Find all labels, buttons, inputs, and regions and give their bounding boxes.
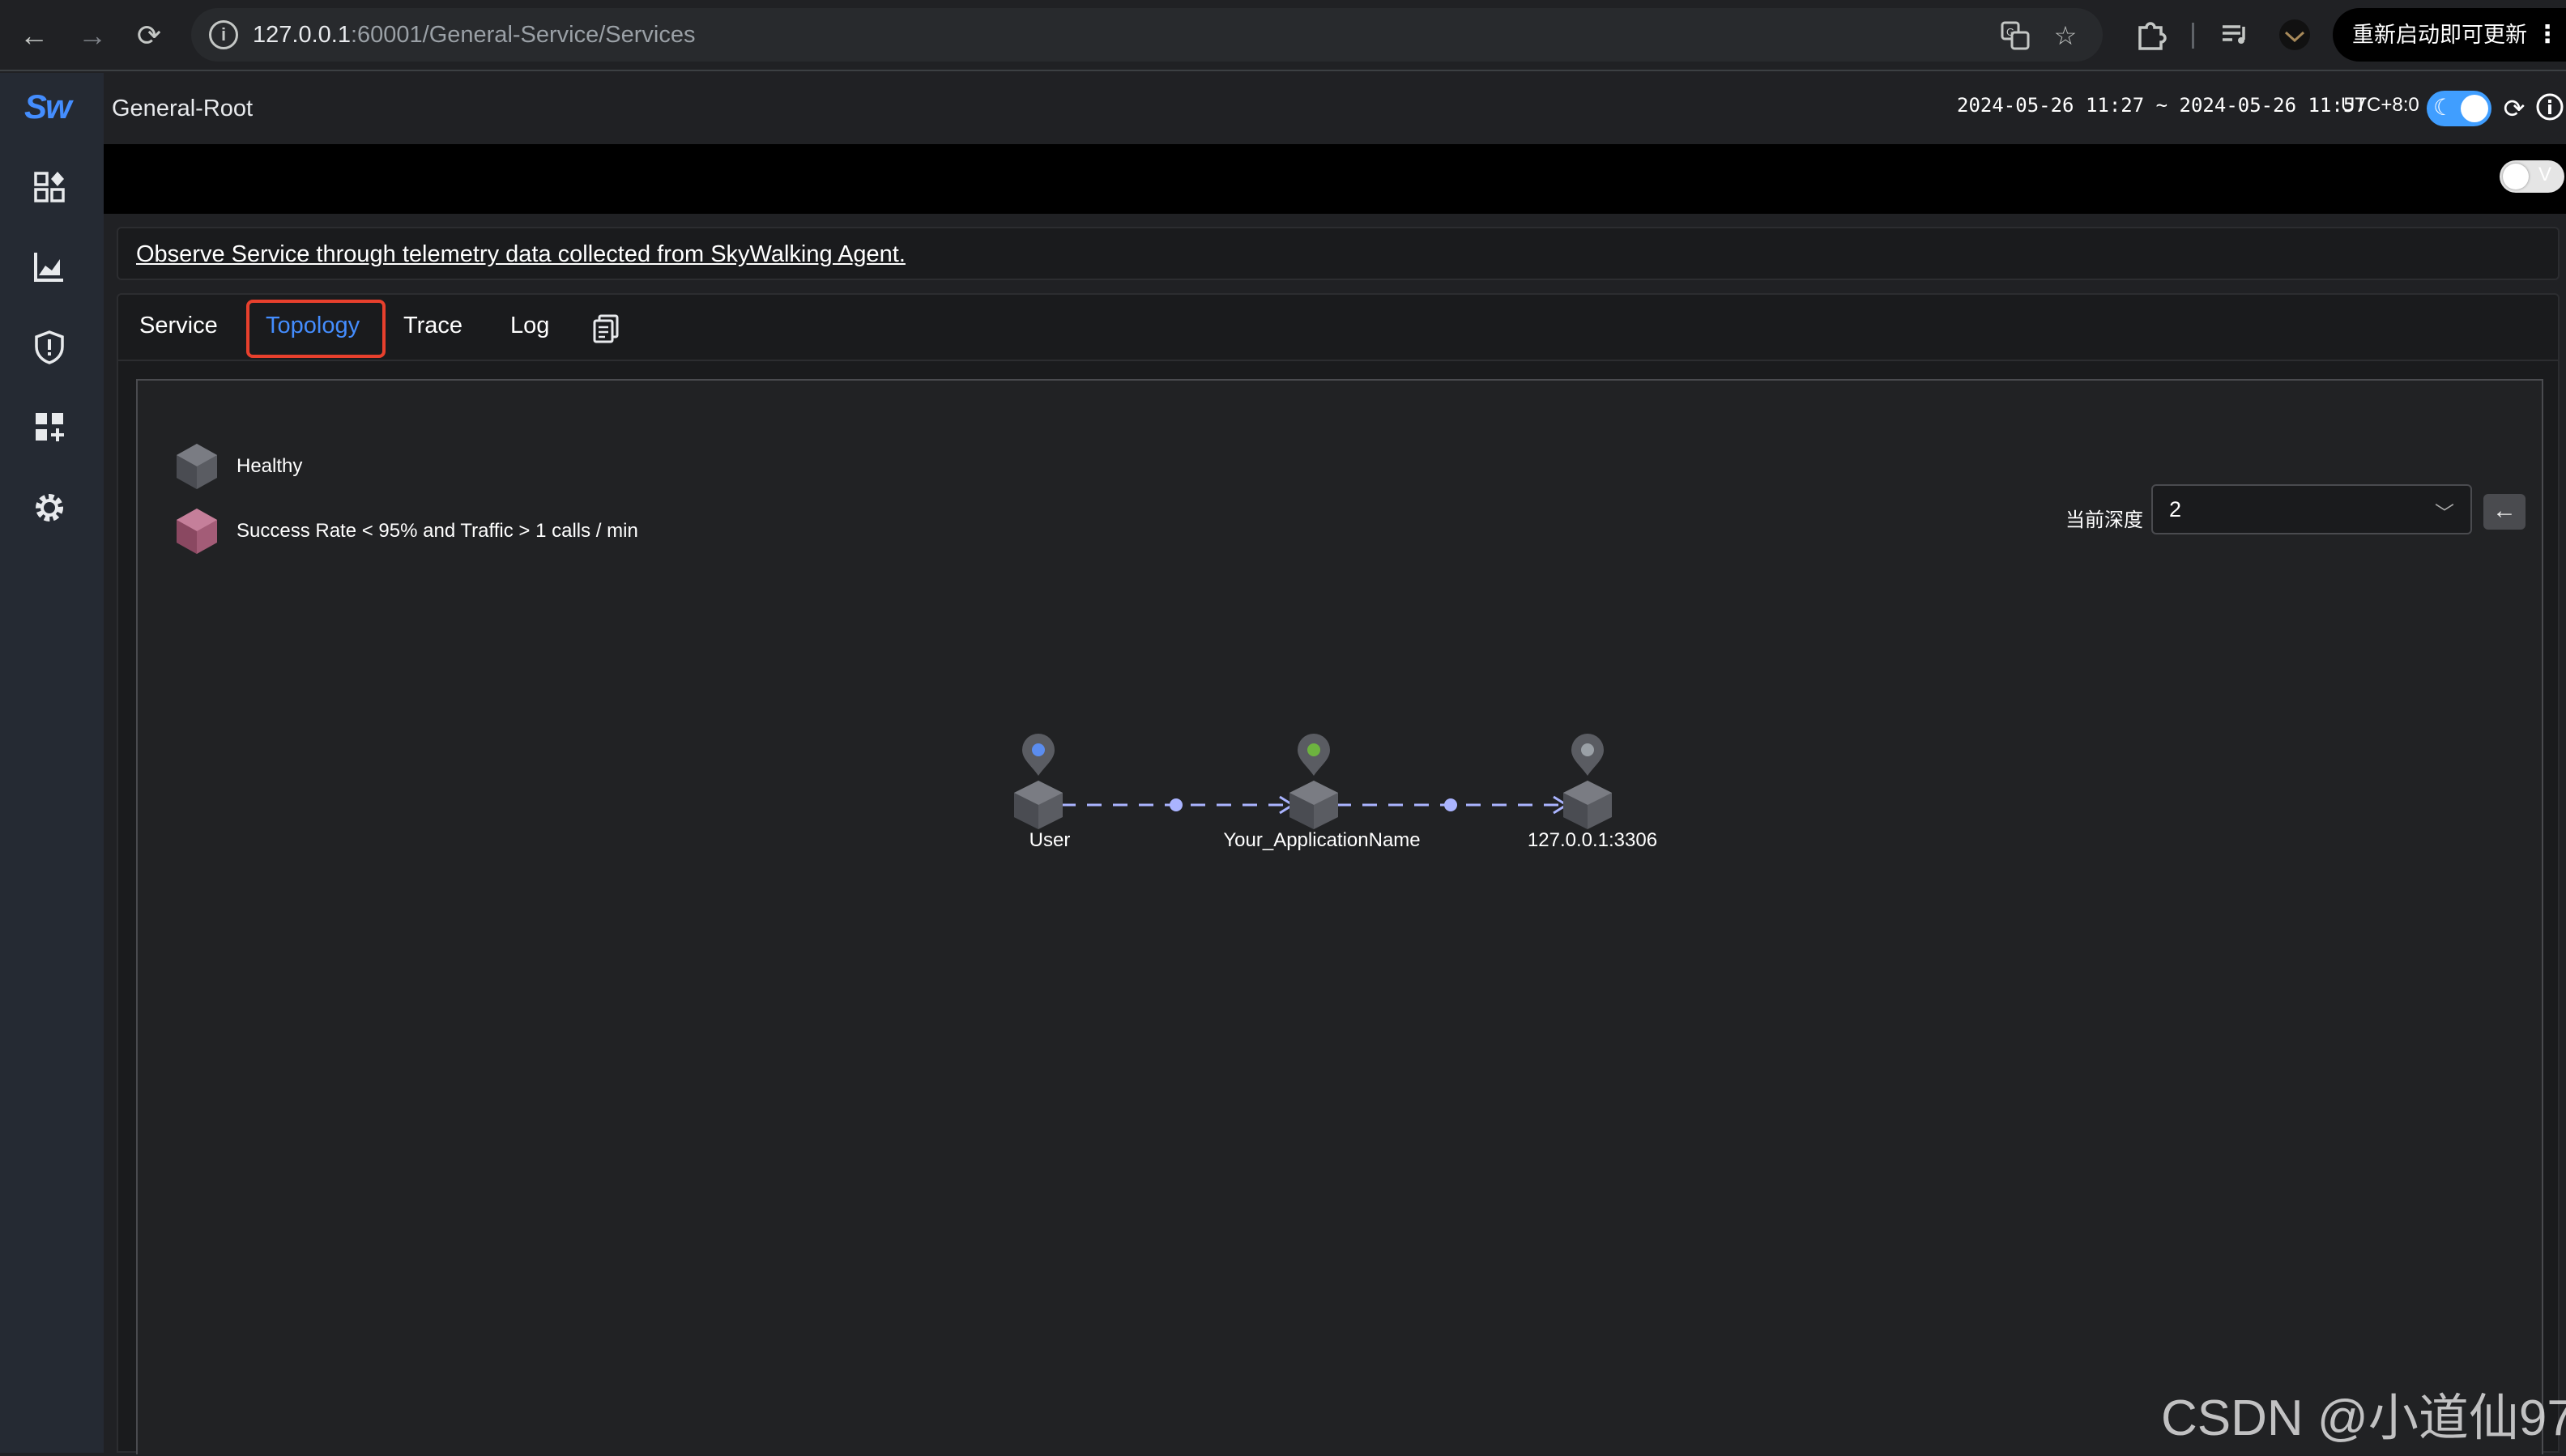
node-label-database[interactable]: 127.0.0.1:3306: [1528, 829, 1657, 852]
link-midpoint[interactable]: [1170, 798, 1183, 811]
address-bar[interactable]: i 127.0.0.1:60001/General-Service/Servic…: [191, 8, 2103, 62]
alerting-shield-icon[interactable]: [31, 329, 68, 366]
reading-list-icon[interactable]: [2216, 16, 2253, 53]
watermark: CSDN @小道仙97: [2161, 1390, 2566, 1446]
time-range-picker[interactable]: 2024-05-26 11:27 ~ 2024-05-26 11:57: [1957, 94, 2367, 117]
url-text[interactable]: 127.0.0.1:60001/General-Service/Services: [253, 8, 696, 62]
tab-log[interactable]: Log: [510, 313, 549, 339]
toggle-knob: [2461, 95, 2488, 122]
update-button[interactable]: 重新启动即可更新 ⋮: [2333, 8, 2566, 62]
legend-label: Success Rate < 95% and Traffic > 1 calls…: [237, 520, 638, 542]
node-label-user[interactable]: User: [1029, 829, 1071, 852]
legend-healthy: Healthy: [175, 442, 302, 491]
pin-glyph: [1581, 743, 1594, 756]
page-breadcrumb: General-Root: [112, 96, 254, 121]
settings-gear-icon[interactable]: [31, 489, 68, 526]
dark-mode-toggle[interactable]: ☾: [2427, 91, 2491, 126]
chevron-down-icon: ﹀: [2435, 503, 2454, 525]
spring-leaf-icon: [1298, 734, 1330, 776]
unhealthy-cube-icon: [177, 509, 217, 554]
healthy-cube-icon: [177, 444, 217, 489]
tab-trace[interactable]: Trace: [403, 313, 462, 339]
depth-label: 当前深度: [2065, 509, 2143, 531]
tab-bar: Service Topology Trace Log: [118, 295, 2558, 361]
sidebar: Sw: [0, 73, 104, 1453]
marketplace-icon[interactable]: [31, 168, 68, 206]
depth-value: 2: [2169, 497, 2182, 522]
translate-icon[interactable]: G: [1999, 19, 2031, 52]
legend-label: Healthy: [237, 455, 303, 477]
description-link[interactable]: Observe Service through telemetry data c…: [136, 241, 906, 268]
arrow-left-icon: ←: [2492, 497, 2517, 524]
copy-tab-icon[interactable]: [591, 313, 620, 345]
dashboard-toolbar: V: [104, 144, 2566, 214]
forward-arrow-icon[interactable]: →: [71, 15, 113, 57]
pin-glyph: [1307, 743, 1320, 756]
description-banner: Observe Service through telemetry data c…: [117, 227, 2560, 280]
back-button[interactable]: ←: [2483, 494, 2526, 530]
back-arrow-icon[interactable]: ←: [13, 15, 55, 57]
users-icon: [1022, 734, 1055, 776]
link-midpoint[interactable]: [1444, 798, 1457, 811]
topology-tab-highlight: [246, 300, 386, 358]
depth-select[interactable]: 2 ﹀: [2151, 484, 2472, 534]
timezone-label[interactable]: UTC+8:0: [2341, 94, 2419, 117]
edit-mode-toggle[interactable]: V: [2500, 160, 2564, 193]
database-icon: [1571, 734, 1604, 776]
update-label: 重新启动即可更新: [2352, 23, 2527, 47]
legend-unhealthy: Success Rate < 95% and Traffic > 1 calls…: [175, 507, 638, 556]
node-label-application[interactable]: Your_ApplicationName: [1223, 829, 1420, 852]
profile-avatar-icon[interactable]: [2276, 16, 2313, 53]
dashboard-add-icon[interactable]: [31, 408, 68, 445]
refresh-icon[interactable]: ⟳: [2498, 92, 2530, 125]
skywalking-logo[interactable]: Sw: [24, 87, 72, 126]
bookmark-star-icon[interactable]: ☆: [2049, 19, 2082, 52]
browser-toolbar: ← → ⟳ i 127.0.0.1:60001/General-Service/…: [0, 0, 2566, 71]
tab-service[interactable]: Service: [139, 313, 218, 339]
reload-icon[interactable]: ⟳: [128, 15, 170, 57]
topology-node[interactable]: [1289, 734, 1338, 829]
toggle-label: V: [2538, 164, 2552, 185]
topology-link[interactable]: [1336, 795, 1569, 815]
topology-link[interactable]: [1061, 795, 1295, 815]
toggle-knob: [2503, 164, 2529, 189]
pin-glyph: [1032, 743, 1045, 756]
toolbar-separator: [2192, 23, 2194, 49]
header-bar: General-Root 2024-05-26 11:27 ~ 2024-05-…: [104, 73, 2566, 144]
site-info-icon[interactable]: i: [209, 20, 238, 49]
tabs-panel: Service Topology Trace Log Healthy Succe…: [117, 293, 2560, 1454]
topology-node[interactable]: [1014, 734, 1063, 829]
info-icon[interactable]: [2534, 92, 2566, 125]
topology-widget: Healthy Success Rate < 95% and Traffic >…: [136, 379, 2543, 1454]
topology-node[interactable]: [1563, 734, 1612, 829]
moon-icon: ☾: [2433, 95, 2454, 120]
svg-text:G: G: [2006, 26, 2014, 38]
dashboard-chart-icon[interactable]: [31, 248, 68, 285]
more-menu-icon[interactable]: ⋮: [2535, 8, 2560, 62]
extensions-puzzle-icon[interactable]: [2132, 16, 2169, 53]
